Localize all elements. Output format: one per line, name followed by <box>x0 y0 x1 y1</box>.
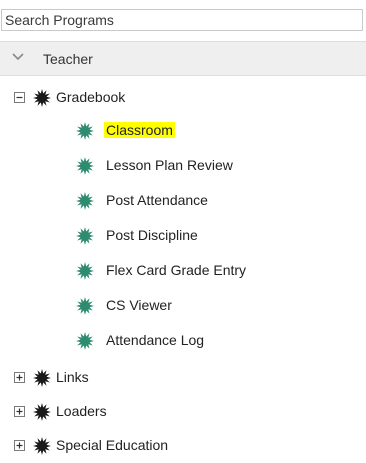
program-gear-icon <box>76 227 94 245</box>
program-gear-icon <box>76 262 94 280</box>
tree-item-post-attendance[interactable]: Post Attendance <box>60 189 366 213</box>
tree-folder-label: Loaders <box>56 403 107 419</box>
program-gear-icon <box>76 157 94 175</box>
tree-folder-label: Special Education <box>56 437 169 453</box>
expand-plus-icon[interactable] <box>14 440 25 451</box>
tree-item-attendance-log[interactable]: Attendance Log <box>60 329 366 353</box>
search-programs-input[interactable] <box>1 9 363 31</box>
program-gear-icon <box>76 192 94 210</box>
tree-item-flex-card-grade-entry[interactable]: Flex Card Grade Entry <box>60 259 366 283</box>
tree-folder-label: Links <box>56 369 89 385</box>
expand-plus-icon[interactable] <box>14 406 25 417</box>
tree-item-classroom[interactable]: Classroom <box>60 119 366 143</box>
tree-item-label: Lesson Plan Review <box>106 157 233 173</box>
gear-icon <box>33 437 51 455</box>
tree-item-cs-viewer[interactable]: CS Viewer <box>60 294 366 318</box>
tree-folder-special-education[interactable]: Special Education <box>0 434 366 458</box>
tree-item-label: Post Discipline <box>106 227 198 243</box>
tree-item-lesson-plan-review[interactable]: Lesson Plan Review <box>60 154 366 178</box>
tree-item-label: Flex Card Grade Entry <box>106 262 247 278</box>
program-gear-icon <box>76 297 94 315</box>
section-title: Teacher <box>43 51 93 67</box>
expand-plus-icon[interactable] <box>14 372 25 383</box>
tree-item-label: Classroom <box>104 122 175 138</box>
section-header-teacher[interactable]: Teacher <box>0 41 366 76</box>
tree-folder-gradebook[interactable]: Gradebook <box>0 86 366 110</box>
tree-folder-links[interactable]: Links <box>0 366 366 390</box>
gear-icon <box>33 403 51 421</box>
tree-folder-label: Gradebook <box>56 89 126 105</box>
program-gear-icon <box>76 332 94 350</box>
gear-icon <box>33 89 51 107</box>
chevron-down-icon <box>12 53 24 61</box>
program-gear-icon <box>76 122 94 140</box>
gear-icon <box>33 369 51 387</box>
tree-item-label: Post Attendance <box>106 192 208 208</box>
tree-item-label: CS Viewer <box>106 297 172 313</box>
tree-item-label: Attendance Log <box>106 332 205 348</box>
program-menu-panel: Teacher Gradebook Classroom Lesson Plan … <box>0 0 366 463</box>
tree-item-post-discipline[interactable]: Post Discipline <box>60 224 366 248</box>
tree-folder-loaders[interactable]: Loaders <box>0 400 366 424</box>
collapse-minus-icon[interactable] <box>14 92 25 103</box>
